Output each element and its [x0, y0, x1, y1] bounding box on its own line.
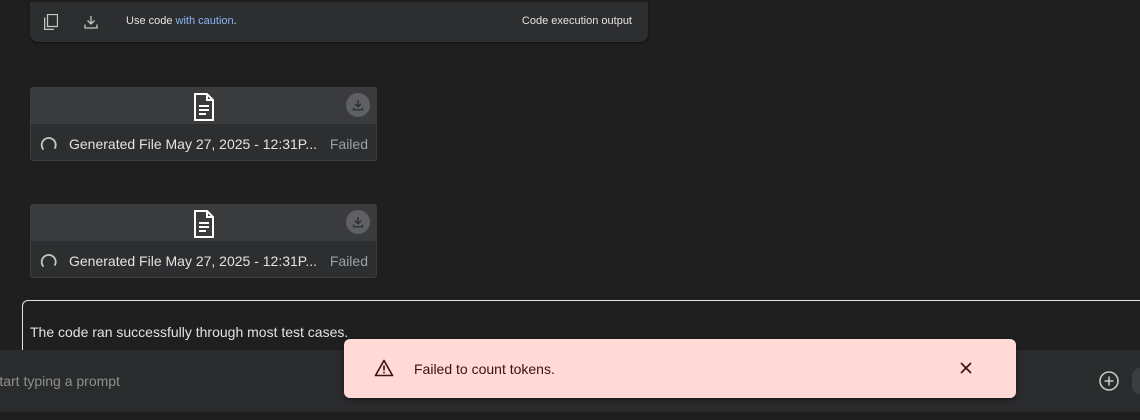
download-icon[interactable]	[82, 13, 100, 31]
close-icon[interactable]	[958, 360, 974, 376]
file-name: Generated File May 27, 2025 - 12:31P...	[69, 253, 318, 269]
download-icon	[352, 217, 364, 228]
file-download-button[interactable]	[346, 93, 370, 117]
file-card-footer: Generated File May 27, 2025 - 12:31P... …	[31, 124, 376, 162]
document-icon	[190, 209, 218, 239]
file-card-footer: Generated File May 27, 2025 - 12:31P... …	[31, 241, 376, 279]
caution-notice: Use code with caution.	[126, 15, 237, 27]
toast-message: Failed to count tokens.	[414, 361, 555, 377]
caution-link[interactable]: with caution	[176, 15, 234, 27]
caution-prefix: Use code	[126, 15, 176, 27]
file-name: Generated File May 27, 2025 - 12:31P...	[69, 136, 318, 152]
file-card-header	[31, 88, 376, 124]
code-execution-output-label[interactable]: Code execution output	[522, 15, 632, 27]
document-icon	[190, 92, 218, 122]
loading-spinner-icon	[40, 135, 58, 153]
response-text: The code ran successfully through most t…	[30, 324, 349, 340]
generated-file-card[interactable]: Generated File May 27, 2025 - 12:31P... …	[30, 87, 377, 161]
code-toolbar: Use code with caution. Code execution ou…	[30, 2, 648, 42]
copy-icon[interactable]	[42, 13, 60, 31]
file-status: Failed	[329, 253, 368, 269]
file-download-button[interactable]	[346, 210, 370, 234]
add-icon[interactable]	[1098, 370, 1120, 392]
generated-file-card[interactable]: Generated File May 27, 2025 - 12:31P... …	[30, 204, 377, 278]
download-icon	[352, 100, 364, 111]
chat-page: Use code with caution. Code execution ou…	[0, 0, 1140, 420]
loading-spinner-icon	[40, 252, 58, 270]
run-button[interactable]	[1132, 368, 1140, 394]
warning-icon	[374, 359, 394, 377]
file-card-header	[31, 205, 376, 241]
prompt-input[interactable]: Start typing a prompt	[0, 373, 120, 389]
error-toast: Failed to count tokens.	[344, 339, 1016, 398]
caution-suffix: .	[233, 15, 237, 27]
file-status: Failed	[329, 136, 368, 152]
